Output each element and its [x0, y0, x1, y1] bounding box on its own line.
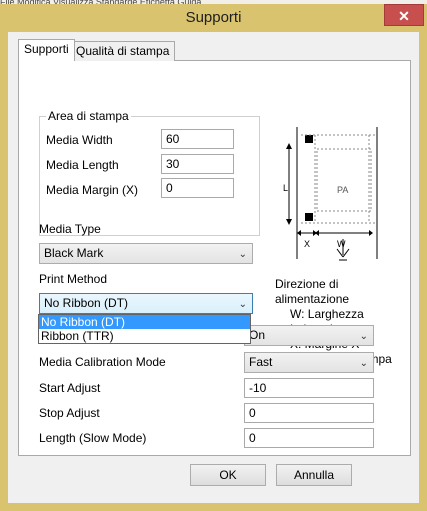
tab-supporti[interactable]: Supporti [18, 39, 75, 61]
black-mark-bottom [305, 213, 313, 221]
media-type-label: Media Type [39, 222, 101, 236]
media-margin-label: Media Margin (X) [46, 183, 139, 197]
length-slow-input[interactable]: 0 [244, 428, 374, 448]
media-width-input[interactable]: 60 [161, 129, 234, 149]
dropdown-option-no-ribbon[interactable]: No Ribbon (DT) [39, 315, 250, 329]
stop-adjust-label: Stop Adjust [39, 406, 100, 420]
diagram-label-x: X [304, 239, 310, 249]
legend-title: Direzione di alimentazione [275, 277, 350, 306]
print-area-group: Area di stampa Media Width 60 Media Leng… [39, 109, 260, 236]
diagram-label-l: L [283, 183, 288, 193]
partially-hidden-select[interactable]: On ⌄ [244, 325, 374, 346]
dialog-title: Supporti [185, 9, 242, 26]
ok-button[interactable]: OK [190, 464, 266, 486]
diagram-label-w: W [337, 239, 346, 249]
print-method-label: Print Method [39, 272, 108, 286]
print-method-value: No Ribbon (DT) [44, 296, 129, 310]
chevron-down-icon: ⌄ [238, 249, 247, 260]
print-method-select[interactable]: No Ribbon (DT) ⌄ [39, 293, 253, 314]
chevron-down-icon: ⌄ [359, 331, 368, 342]
partially-hidden-select-value: On [249, 328, 266, 342]
cancel-button[interactable]: Annulla [276, 464, 352, 486]
close-button[interactable]: ✕ [384, 4, 424, 26]
black-mark-top [305, 135, 313, 143]
media-width-label: Media Width [46, 133, 113, 147]
media-type-select[interactable]: Black Mark ⌄ [39, 243, 253, 264]
stop-adjust-input[interactable]: 0 [244, 403, 374, 423]
media-type-value: Black Mark [44, 246, 104, 260]
length-slow-label: Length (Slow Mode) [39, 431, 147, 445]
legend-item: W: Larghezza [290, 307, 364, 321]
print-method-dropdown-list: No Ribbon (DT) Ribbon (TTR) [38, 314, 251, 344]
print-area-rect [316, 148, 372, 212]
dropdown-option-ribbon[interactable]: Ribbon (TTR) [39, 329, 250, 343]
media-calibration-label: Media Calibration Mode [39, 355, 166, 369]
close-icon: ✕ [398, 8, 410, 24]
media-calibration-select[interactable]: Fast ⌄ [244, 352, 374, 373]
tab-qualita-di-stampa[interactable]: Qualità di stampa [70, 41, 176, 61]
media-length-input[interactable]: 30 [161, 154, 234, 174]
diagram-label-pa: PA [337, 185, 348, 195]
chevron-down-icon: ⌄ [359, 358, 368, 369]
media-diagram: L PA X W [283, 127, 378, 261]
title-bar[interactable]: Supporti ✕ [0, 4, 427, 32]
tab-panel-supporti: Area di stampa Media Width 60 Media Leng… [18, 60, 411, 456]
media-margin-input[interactable]: 0 [161, 178, 234, 198]
start-adjust-input[interactable]: -10 [244, 378, 374, 398]
media-calibration-value: Fast [249, 355, 273, 369]
dialog-window: File Modifica Visualizza Standarde Etich… [0, 0, 427, 511]
chevron-down-icon: ⌄ [238, 299, 247, 310]
dialog-client-area: Supporti Qualità di stampa Area di stamp… [8, 32, 419, 503]
start-adjust-label: Start Adjust [39, 381, 101, 395]
print-area-group-title: Area di stampa [46, 109, 131, 123]
media-length-label: Media Length [46, 158, 119, 172]
